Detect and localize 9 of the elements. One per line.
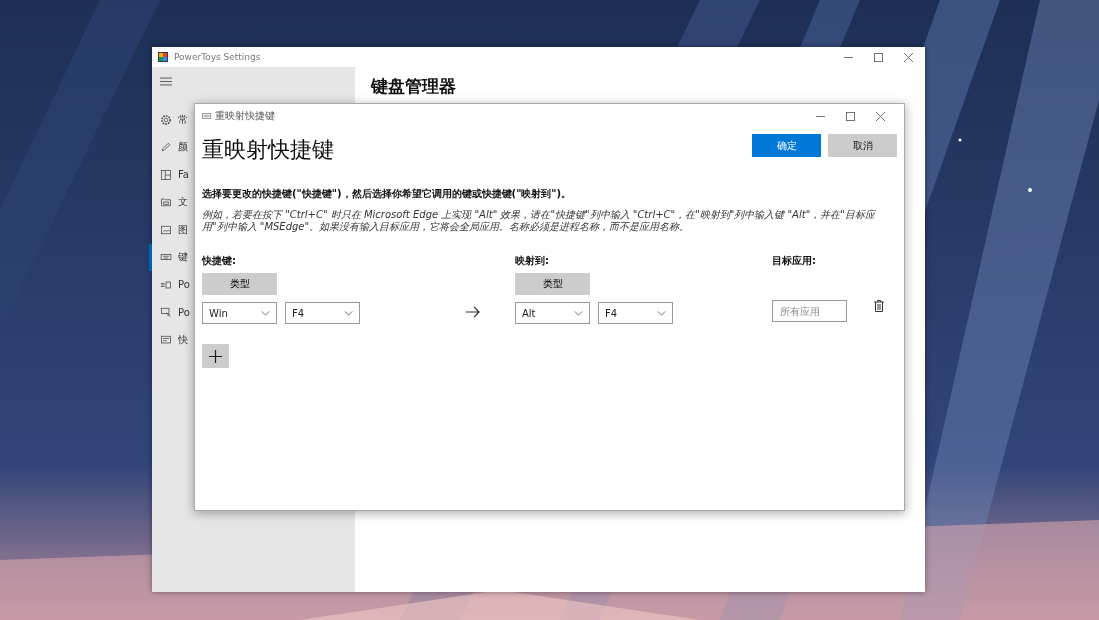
column-header: 目标应用:: [772, 254, 817, 268]
window-title: PowerToys Settings: [174, 52, 262, 62]
column-header: 快捷键:: [202, 254, 237, 268]
instruction-text: 选择要更改的快捷键("快捷键")，然后选择你希望它调用的键或快捷键("映射到")。: [202, 187, 573, 201]
dialog-heading: 重映射快捷键: [202, 136, 334, 164]
example-text: 例如，若要在按下 "Ctrl+C" 时只在 Microsoft Edge 上实现 "Alt" 效果，请在"快捷键"列中输入 "Ctrl+C"，在"映射到"列中输入键 "Alt"，并在"目标应用"列中输入 "MSEdge"。如果没有输入目标应用，它将会全局应用。名称必须是进程名称，而不是应用名称。: [202, 209, 877, 233]
dialog-title: 重映射快捷键: [215, 109, 276, 123]
page-title: 键盘管理器: [371, 75, 457, 98]
column-header: 映射到:: [515, 254, 550, 268]
